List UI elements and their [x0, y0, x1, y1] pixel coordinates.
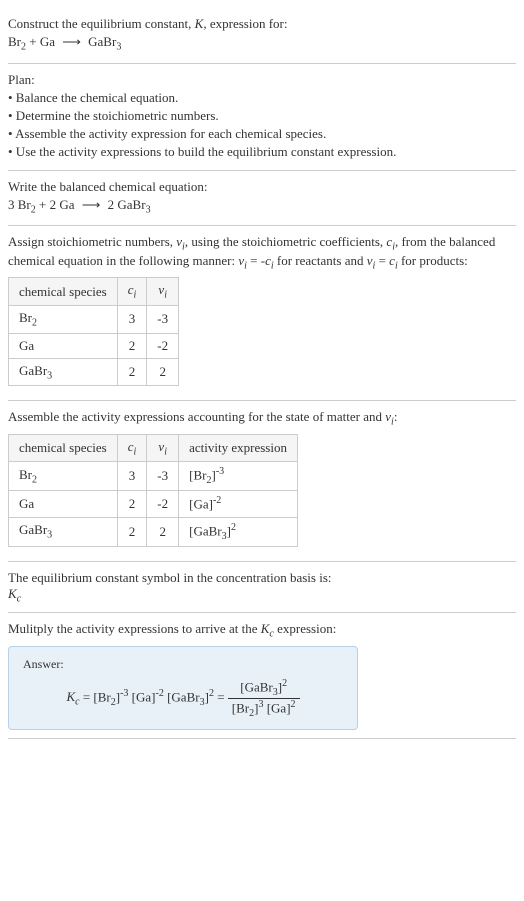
answer-box: Answer: Kc = [Br2]-3 [Ga]-2 [GaBr3]2 = [… — [8, 646, 358, 730]
cell-species: Br2 — [9, 305, 118, 333]
table-row: Br2 3 -3 — [9, 305, 179, 333]
symbol-section: The equilibrium constant symbol in the c… — [8, 562, 516, 614]
activity-section: Assemble the activity expressions accoun… — [8, 401, 516, 561]
table-row: GaBr3 2 2 [GaBr3]2 — [9, 517, 298, 546]
col-expr: activity expression — [179, 434, 298, 462]
cell-species: Ga — [9, 491, 118, 517]
symbol-value: Kc — [8, 586, 516, 605]
cell-v: -2 — [147, 491, 179, 517]
stoich-table: chemical species ci νi Br2 3 -3 Ga 2 -2 … — [8, 277, 179, 386]
cell-v: -3 — [147, 462, 179, 491]
table-row: Br2 3 -3 [Br2]-3 — [9, 462, 298, 491]
col-v: νi — [147, 278, 179, 306]
table-header-row: chemical species ci νi — [9, 278, 179, 306]
table-row: GaBr3 2 2 — [9, 358, 179, 386]
cell-species: Ga — [9, 333, 118, 358]
activity-intro: Assemble the activity expressions accoun… — [8, 409, 516, 428]
col-species: chemical species — [9, 434, 118, 462]
plan-item: • Assemble the activity expression for e… — [8, 126, 516, 142]
cell-c: 3 — [117, 305, 147, 333]
col-v: νi — [147, 434, 179, 462]
cell-species: GaBr3 — [9, 358, 118, 386]
plan-item: • Balance the chemical equation. — [8, 90, 516, 106]
balanced-title: Write the balanced chemical equation: — [8, 179, 516, 195]
cell-v: 2 — [147, 358, 179, 386]
cell-c: 3 — [117, 462, 147, 491]
activity-table: chemical species ci νi activity expressi… — [8, 434, 298, 547]
construct-title: Construct the equilibrium constant, K, e… — [8, 16, 516, 32]
cell-expr: [Ga]-2 — [179, 491, 298, 517]
cell-expr: [Br2]-3 — [179, 462, 298, 491]
final-intro: Mulitply the activity expressions to arr… — [8, 621, 516, 640]
plan-list: • Balance the chemical equation. • Deter… — [8, 90, 516, 160]
table-row: Ga 2 -2 — [9, 333, 179, 358]
cell-species: Br2 — [9, 462, 118, 491]
col-c: ci — [117, 278, 147, 306]
table-row: Ga 2 -2 [Ga]-2 — [9, 491, 298, 517]
col-c: ci — [117, 434, 147, 462]
cell-expr: [GaBr3]2 — [179, 517, 298, 546]
cell-species: GaBr3 — [9, 517, 118, 546]
balanced-section: Write the balanced chemical equation: 3 … — [8, 171, 516, 227]
stoich-intro: Assign stoichiometric numbers, νi, using… — [8, 234, 516, 271]
header-section: Construct the equilibrium constant, K, e… — [8, 8, 516, 64]
cell-c: 2 — [117, 491, 147, 517]
stoich-section: Assign stoichiometric numbers, νi, using… — [8, 226, 516, 401]
plan-item: • Use the activity expressions to build … — [8, 144, 516, 160]
balanced-equation: 3 Br2 + 2 Ga ⟶ 2 GaBr3 — [8, 197, 516, 216]
cell-c: 2 — [117, 358, 147, 386]
table-header-row: chemical species ci νi activity expressi… — [9, 434, 298, 462]
cell-v: -3 — [147, 305, 179, 333]
answer-label: Answer: — [23, 657, 343, 672]
cell-v: 2 — [147, 517, 179, 546]
plan-title: Plan: — [8, 72, 516, 88]
unbalanced-equation: Br2 + Ga ⟶ GaBr3 — [8, 34, 516, 53]
symbol-intro: The equilibrium constant symbol in the c… — [8, 570, 516, 586]
col-species: chemical species — [9, 278, 118, 306]
cell-c: 2 — [117, 333, 147, 358]
final-section: Mulitply the activity expressions to arr… — [8, 613, 516, 738]
cell-v: -2 — [147, 333, 179, 358]
plan-section: Plan: • Balance the chemical equation. •… — [8, 64, 516, 171]
cell-c: 2 — [117, 517, 147, 546]
plan-item: • Determine the stoichiometric numbers. — [8, 108, 516, 124]
answer-formula: Kc = [Br2]-3 [Ga]-2 [GaBr3]2 = [GaBr3]2 … — [23, 678, 343, 719]
